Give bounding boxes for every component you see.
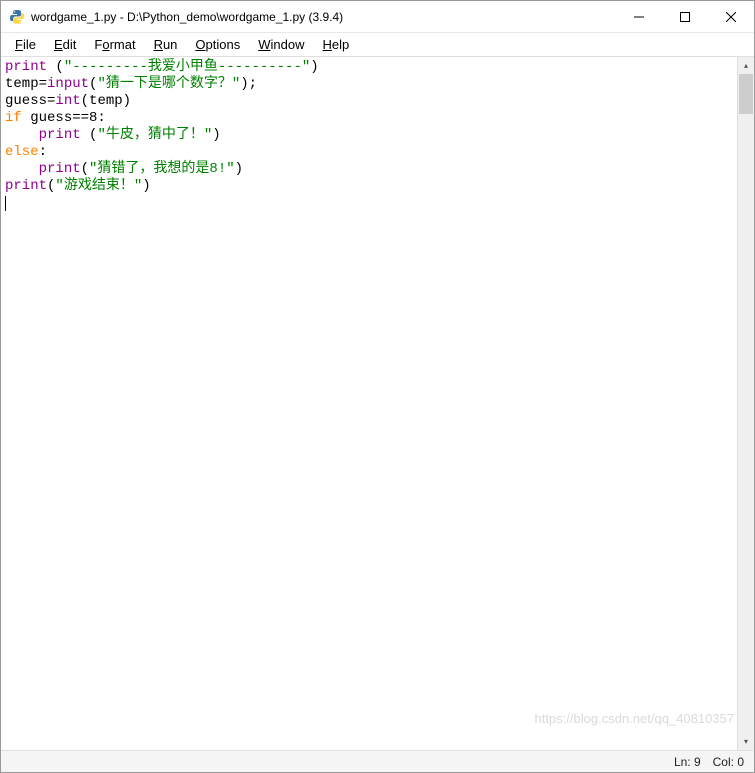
python-icon (9, 9, 25, 25)
code-token: "猜一下是哪个数字？" (97, 76, 240, 92)
code-token: print (5, 178, 47, 194)
code-token: else (5, 144, 39, 160)
code-token: : (39, 144, 47, 160)
code-token: print (5, 59, 47, 75)
scroll-up-arrow-icon[interactable]: ▴ (738, 57, 754, 74)
code-token: ) (212, 127, 220, 143)
code-token: int (55, 93, 80, 109)
code-token: print (39, 127, 81, 143)
code-token: ( (81, 161, 89, 177)
code-token: "---------我爱小甲鱼----------" (64, 59, 310, 75)
scroll-down-arrow-icon[interactable]: ▾ (738, 733, 754, 750)
menu-file[interactable]: File (7, 35, 44, 54)
status-column: Col: 0 (713, 755, 744, 769)
window-title: wordgame_1.py - D:\Python_demo\wordgame_… (31, 10, 616, 24)
code-token (5, 161, 39, 177)
code-token: "猜错了，我想的是8!" (89, 161, 235, 177)
code-token: input (47, 76, 89, 92)
code-token: "牛皮，猜中了！" (97, 127, 212, 143)
code-token: temp= (5, 76, 47, 92)
title-bar: wordgame_1.py - D:\Python_demo\wordgame_… (1, 1, 754, 33)
code-token: ( (81, 127, 98, 143)
code-token (5, 127, 39, 143)
vertical-scrollbar[interactable]: ▴ ▾ (737, 57, 754, 750)
code-token: guess= (5, 93, 55, 109)
menu-window[interactable]: Window (250, 35, 312, 54)
menu-format[interactable]: Format (86, 35, 143, 54)
code-token: ) (235, 161, 243, 177)
code-token: print (39, 161, 81, 177)
menu-help[interactable]: Help (315, 35, 358, 54)
code-token: ( (81, 93, 89, 109)
code-token: ) (310, 59, 318, 75)
close-button[interactable] (708, 1, 754, 32)
code-token: ( (47, 59, 64, 75)
code-token: ); (240, 76, 257, 92)
editor-area: print ("---------我爱小甲鱼----------") temp=… (1, 57, 754, 750)
code-token: ) (123, 93, 131, 109)
window-controls (616, 1, 754, 32)
code-token: ) (142, 178, 150, 194)
code-token: "游戏结束！" (55, 178, 142, 194)
minimize-button[interactable] (616, 1, 662, 32)
status-bar: Ln: 9 Col: 0 (1, 750, 754, 772)
menu-bar: File Edit Format Run Options Window Help (1, 33, 754, 57)
menu-run[interactable]: Run (146, 35, 186, 54)
menu-options[interactable]: Options (187, 35, 248, 54)
code-token: temp (89, 93, 123, 109)
text-cursor (5, 196, 6, 211)
status-line: Ln: 9 (674, 755, 701, 769)
scroll-thumb[interactable] (739, 74, 753, 114)
code-token: guess==8: (22, 110, 106, 126)
menu-edit[interactable]: Edit (46, 35, 84, 54)
code-editor[interactable]: print ("---------我爱小甲鱼----------") temp=… (1, 57, 737, 750)
maximize-button[interactable] (662, 1, 708, 32)
code-token: if (5, 110, 22, 126)
